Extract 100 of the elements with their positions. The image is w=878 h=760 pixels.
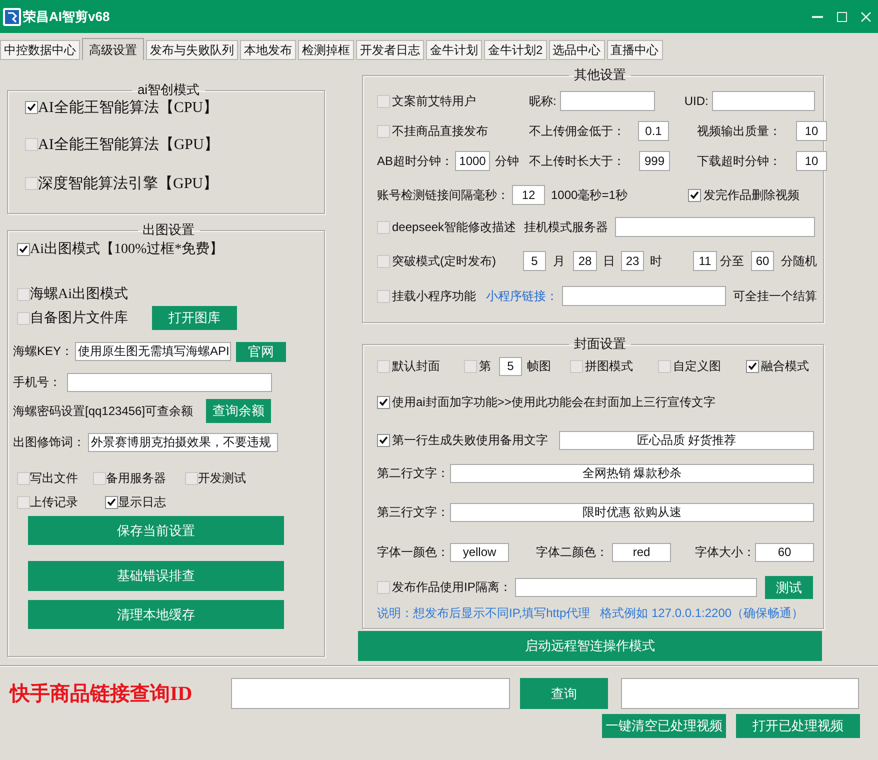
- info-note: 说明：想发布后显示不同IP,填写http代理 格式例如 127.0.0.1:2200（确保畅通）: [377, 604, 804, 622]
- checkbox[interactable]: [658, 360, 671, 372]
- input-field[interactable]: 10: [796, 151, 828, 171]
- checkbox[interactable]: [25, 138, 38, 150]
- input-field[interactable]: [515, 578, 757, 597]
- tab[interactable]: 发布与失败队列: [146, 40, 238, 60]
- input-field[interactable]: 10: [796, 121, 827, 141]
- input-field[interactable]: 11: [693, 251, 717, 271]
- input-field[interactable]: 23: [621, 251, 644, 271]
- remote-mode-button[interactable]: 启动远程智连操作模式: [358, 631, 822, 661]
- input-field[interactable]: [615, 217, 815, 237]
- action-button[interactable]: 保存当前设置: [28, 516, 284, 545]
- checkbox-label: AI全能王智能算法【CPU】: [38, 98, 218, 116]
- checkbox-label: Ai出图模式【100%过框*免费】: [30, 240, 224, 258]
- checkbox[interactable]: [17, 472, 30, 484]
- input-field[interactable]: 28: [573, 251, 597, 271]
- checkbox-label: 发完作品删除视频: [703, 186, 800, 204]
- text-label: 手机号：: [13, 374, 61, 391]
- checkbox[interactable]: [746, 360, 759, 372]
- close-icon[interactable]: [861, 12, 871, 22]
- panel-title: 封面设置: [573, 336, 627, 352]
- window-title: 荣昌AI智剪v68: [23, 8, 110, 26]
- tab[interactable]: 检测掉框: [298, 40, 354, 60]
- input-field[interactable]: [560, 91, 656, 111]
- input-field[interactable]: yellow: [450, 542, 509, 562]
- tab[interactable]: 金牛计划: [426, 40, 482, 60]
- input-field[interactable]: 60: [755, 542, 814, 562]
- input-field[interactable]: 12: [512, 185, 545, 205]
- text-label: 分钟: [495, 152, 520, 170]
- text-label: 1000毫秒=1秒: [551, 186, 628, 204]
- checkbox[interactable]: [25, 176, 38, 190]
- checkbox[interactable]: [17, 496, 30, 508]
- checkbox[interactable]: [105, 496, 118, 508]
- checkbox[interactable]: [17, 242, 30, 256]
- action-button[interactable]: 测试: [765, 576, 813, 599]
- action-button[interactable]: 官网: [236, 342, 286, 362]
- tab[interactable]: 高级设置: [82, 38, 144, 60]
- checkbox[interactable]: [377, 360, 390, 372]
- checkbox[interactable]: [377, 581, 390, 594]
- minimize-icon[interactable]: [812, 16, 823, 18]
- text-label: AB超时分钟：: [377, 152, 454, 170]
- input-field[interactable]: 1000: [455, 151, 490, 171]
- tab[interactable]: 开发者日志: [356, 40, 424, 60]
- link-input-field[interactable]: [231, 678, 510, 709]
- input-field[interactable]: 使用原生图无需填写海螺API: [75, 342, 232, 361]
- action-button[interactable]: 打开图库: [152, 306, 237, 330]
- checkbox-label: 备用服务器: [106, 470, 166, 486]
- checkbox[interactable]: [377, 290, 390, 302]
- text-label: 挂机模式服务器: [524, 218, 608, 236]
- input-field[interactable]: 5: [499, 356, 522, 376]
- checkbox[interactable]: [377, 124, 390, 138]
- text-label: 字体二颜色：: [536, 544, 608, 560]
- input-field[interactable]: 5: [523, 251, 546, 271]
- checkbox[interactable]: [377, 396, 390, 408]
- text-label: 分随机: [781, 252, 817, 270]
- link[interactable]: 小程序链接：: [486, 288, 558, 304]
- input-field[interactable]: 外景赛博朋克拍摄效果，不要违规: [88, 433, 278, 452]
- checkmark-icon: [379, 398, 388, 406]
- text-label: 帧图: [527, 358, 551, 374]
- input-field[interactable]: 60: [751, 251, 774, 271]
- checkbox[interactable]: [570, 360, 583, 372]
- checkbox[interactable]: [17, 288, 30, 300]
- query-button[interactable]: 查询: [520, 678, 608, 709]
- action-button[interactable]: 查询余额: [206, 399, 272, 423]
- action-button[interactable]: 基础错误排查: [28, 561, 284, 591]
- checkbox[interactable]: [25, 100, 38, 114]
- input-field[interactable]: 匠心品质 好货推荐: [559, 430, 814, 450]
- checkbox[interactable]: [688, 188, 702, 202]
- checkbox[interactable]: [377, 434, 390, 446]
- input-field[interactable]: [562, 286, 726, 306]
- input-field[interactable]: 全网热销 爆款秒杀: [450, 464, 814, 482]
- checkmark-icon: [27, 103, 36, 111]
- checkbox[interactable]: [464, 360, 477, 372]
- input-field[interactable]: 0.1: [638, 121, 669, 141]
- checkbox[interactable]: [93, 472, 106, 484]
- tab[interactable]: 直播中心: [606, 40, 663, 60]
- maximize-icon[interactable]: [837, 12, 847, 22]
- checkbox-label: 融合模式: [761, 358, 809, 374]
- tab[interactable]: 本地发布: [240, 40, 296, 60]
- checkbox[interactable]: [185, 472, 198, 484]
- checkbox-label: 挂载小程序功能: [392, 288, 476, 304]
- input-field[interactable]: 限时优惠 欲购从速: [450, 502, 814, 522]
- action-button[interactable]: 打开已处理视频: [736, 714, 860, 738]
- input-field[interactable]: 999: [639, 151, 670, 171]
- checkbox[interactable]: [17, 312, 30, 324]
- checkbox[interactable]: [377, 254, 390, 268]
- input-field[interactable]: [67, 373, 272, 392]
- tab[interactable]: 选品中心: [548, 40, 605, 60]
- tab[interactable]: 中控数据中心: [0, 40, 80, 60]
- tab[interactable]: 金牛计划2: [484, 40, 547, 60]
- result-field[interactable]: [621, 678, 859, 709]
- input-field[interactable]: red: [612, 542, 671, 562]
- panel-title: ai智创模式: [136, 82, 201, 98]
- checkbox[interactable]: [377, 220, 390, 234]
- checkmark-icon: [379, 436, 388, 444]
- checkbox[interactable]: [377, 94, 390, 108]
- action-button[interactable]: 清理本地缓存: [28, 600, 284, 629]
- action-button[interactable]: 一键清空已处理视频: [602, 714, 726, 738]
- input-field[interactable]: [712, 91, 816, 111]
- text-label: 分至: [720, 252, 744, 270]
